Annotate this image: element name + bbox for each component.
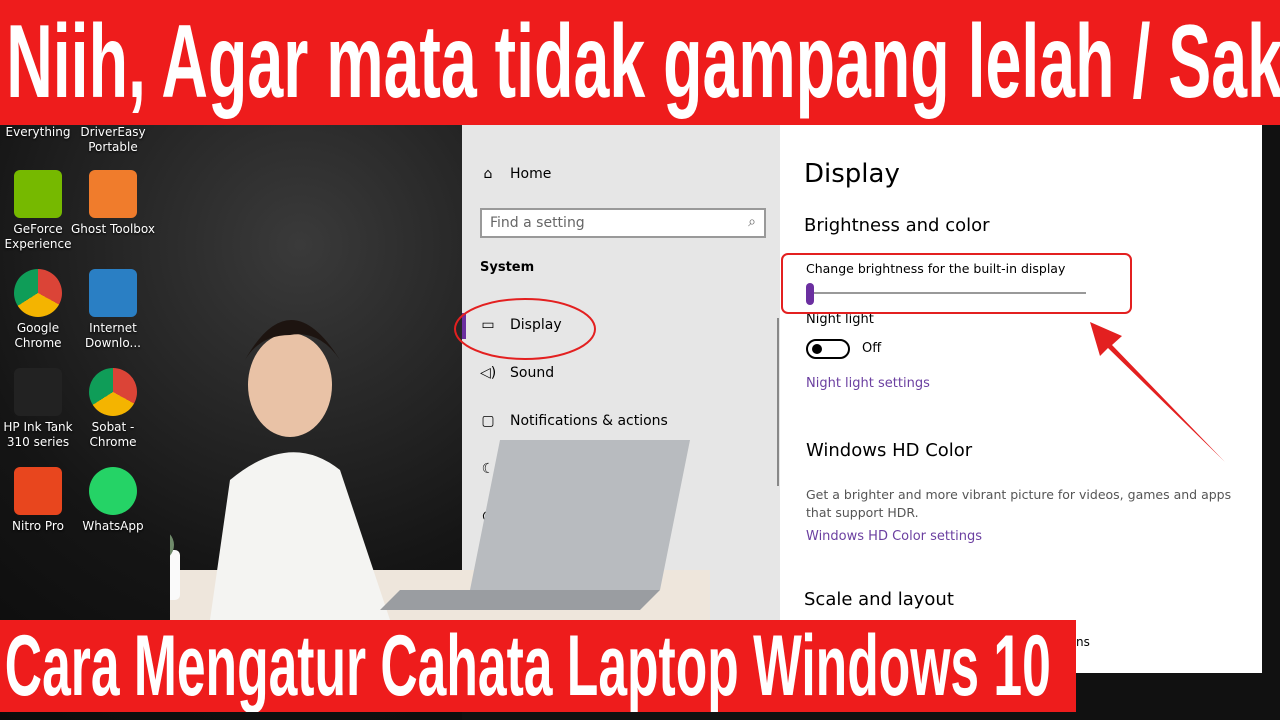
- arrow-icon: [1090, 322, 1225, 462]
- headline-bottom-banner: Cara Mengatur Cahata Laptop Windows 10: [0, 620, 1076, 712]
- annotations: [454, 253, 1225, 462]
- headline-bottom: Cara Mengatur Cahata Laptop Windows 10: [4, 620, 1051, 712]
- brightness-highlight-box: [781, 253, 1132, 314]
- display-highlight-ellipse: [454, 298, 596, 360]
